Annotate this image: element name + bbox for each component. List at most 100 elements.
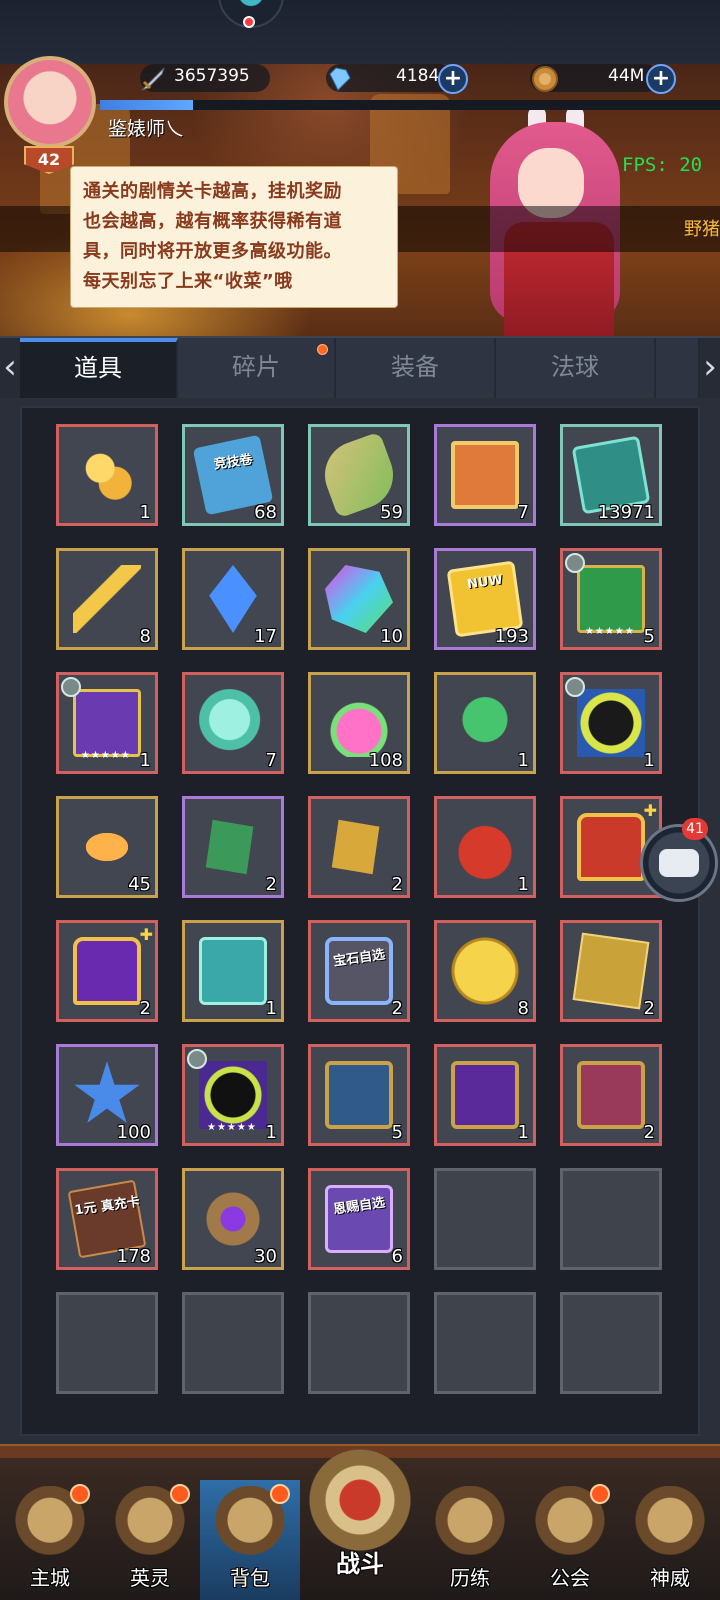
inventory-item[interactable]: 竞技卷 68: [182, 424, 284, 526]
inventory-item[interactable]: 1元 真充卡 178: [56, 1168, 158, 1270]
inventory-item[interactable]: ★★★★★ 1: [56, 672, 158, 774]
inventory-item[interactable]: 宝石自选 2: [308, 920, 410, 1022]
item-count: 108: [368, 750, 403, 771]
add-gold-button[interactable]: +: [646, 64, 676, 94]
inventory-tabs: ‹ 道具 碎片 装备 法球 ›: [0, 336, 720, 398]
item-count: 2: [139, 998, 151, 1019]
banner-flag-icon: [451, 441, 519, 509]
tab-equipment[interactable]: 装备: [336, 338, 496, 398]
portal-icon: [432, 1486, 508, 1562]
power-chip: 3657395: [140, 64, 270, 94]
item-count: 1: [517, 1122, 529, 1143]
item-count: 7: [265, 750, 277, 771]
inventory-item[interactable]: 7: [182, 672, 284, 774]
battle-crest-icon: [308, 1448, 412, 1552]
nav-guild[interactable]: 公会: [520, 1480, 620, 1600]
nav-label: 英灵: [130, 1566, 170, 1590]
inventory-item[interactable]: 2: [560, 1044, 662, 1146]
chat-bubble-icon: [659, 849, 699, 877]
tab-items[interactable]: 道具: [20, 338, 178, 398]
inventory-item[interactable]: 10: [308, 548, 410, 650]
inventory-item[interactable]: 30: [182, 1168, 284, 1270]
sword-icon: [141, 67, 165, 91]
inventory-item[interactable]: 1: [434, 672, 536, 774]
item-count: 2: [265, 874, 277, 895]
chat-button[interactable]: [640, 824, 718, 902]
shadow-icon: [577, 689, 645, 757]
blue-star-icon: [74, 1061, 140, 1123]
crown-icon: [61, 677, 81, 697]
item-count: 178: [116, 1246, 151, 1267]
inventory-item[interactable]: 5: [308, 1044, 410, 1146]
item-count: 1: [517, 750, 529, 771]
crown-icon: [565, 677, 585, 697]
power-value: 3657395: [174, 66, 250, 86]
tab-label: 装备: [391, 353, 439, 381]
xp-bar: [100, 100, 720, 110]
xp-fill: [100, 100, 193, 110]
emblem-icon: [199, 1185, 267, 1253]
nav-training[interactable]: 历练: [420, 1480, 520, 1600]
inventory-item[interactable]: 2: [308, 796, 410, 898]
green-card-icon: [577, 565, 645, 633]
inventory-item[interactable]: 1: [56, 424, 158, 526]
tab-label: 道具: [74, 354, 122, 382]
potion-icon: [325, 689, 393, 757]
inventory-item[interactable]: 1: [434, 1044, 536, 1146]
inventory-item[interactable]: 2: [560, 920, 662, 1022]
item-count: 5: [643, 626, 655, 647]
item-count: 2: [643, 998, 655, 1019]
inventory-item[interactable]: 2: [182, 796, 284, 898]
inventory-item[interactable]: 59: [308, 424, 410, 526]
nav-backpack[interactable]: 背包: [200, 1480, 300, 1600]
gem-icon: [325, 565, 393, 633]
upgrade-plus-icon: ✚: [139, 925, 153, 944]
item-count: 45: [128, 874, 151, 895]
inventory-item[interactable]: ✚ 2: [56, 920, 158, 1022]
inventory-item[interactable]: 8: [434, 920, 536, 1022]
inventory-item[interactable]: ★★★★★ 5: [560, 548, 662, 650]
inventory-item[interactable]: 7: [434, 424, 536, 526]
tip-box: 通关的剧情关卡越高，挂机奖励 也会越高，越有概率获得稀有道 具，同时将开放更多高…: [70, 166, 398, 308]
inventory-item[interactable]: 108: [308, 672, 410, 774]
gold-plate-icon: [572, 932, 650, 1010]
nav-main-city[interactable]: 主城: [0, 1480, 100, 1600]
diamond-icon: [329, 67, 351, 91]
star-rating: ★★★★★: [81, 750, 131, 761]
tab-orbs[interactable]: 法球: [496, 338, 656, 398]
tab-label: 法球: [551, 353, 599, 381]
inventory-item[interactable]: ★★★★★ 1: [182, 1044, 284, 1146]
chevron-left-icon[interactable]: ‹: [0, 338, 20, 398]
nav-heroes[interactable]: 英灵: [100, 1480, 200, 1600]
item-count: 1: [265, 998, 277, 1019]
tip-line: 通关的剧情关卡越高，挂机奖励: [83, 181, 342, 202]
marquee-text: 野猪: [684, 219, 720, 240]
add-diamond-button[interactable]: +: [438, 64, 468, 94]
nav-divine[interactable]: 神威: [620, 1480, 720, 1600]
star-rating: ★★★★★: [207, 1122, 257, 1133]
inventory-item[interactable]: 100: [56, 1044, 158, 1146]
empty-slot: [434, 1168, 536, 1270]
inventory-item[interactable]: 恩赐自选 6: [308, 1168, 410, 1270]
item-count: 13971: [597, 502, 655, 523]
inventory-item[interactable]: 1: [182, 920, 284, 1022]
box-purple-icon: [451, 1061, 519, 1129]
inventory-item[interactable]: NUW 193: [434, 548, 536, 650]
inventory-item[interactable]: 1: [434, 796, 536, 898]
player-avatar[interactable]: [4, 56, 96, 148]
inventory-item[interactable]: 1: [560, 672, 662, 774]
inventory-item[interactable]: 8: [56, 548, 158, 650]
inventory-item[interactable]: 45: [56, 796, 158, 898]
inventory-item[interactable]: 17: [182, 548, 284, 650]
nav-battle[interactable]: 战斗: [300, 1448, 420, 1600]
inventory-item[interactable]: 13971: [560, 424, 662, 526]
chevron-right-icon[interactable]: ›: [700, 338, 720, 398]
tip-line: 也会越高，越有概率获得稀有道: [83, 211, 342, 232]
empty-slot: [434, 1292, 536, 1394]
item-count: 1: [139, 750, 151, 771]
egg-icon: [73, 813, 141, 881]
item-count: 2: [643, 1122, 655, 1143]
inventory-grid: 1 竞技卷 68 59 7 13971 8 17 10 NUW 193 ★★★★★ 5 ★★★★★ 1 7 10…: [20, 406, 700, 1436]
item-count: 8: [517, 998, 529, 1019]
tab-fragments[interactable]: 碎片: [178, 338, 336, 398]
